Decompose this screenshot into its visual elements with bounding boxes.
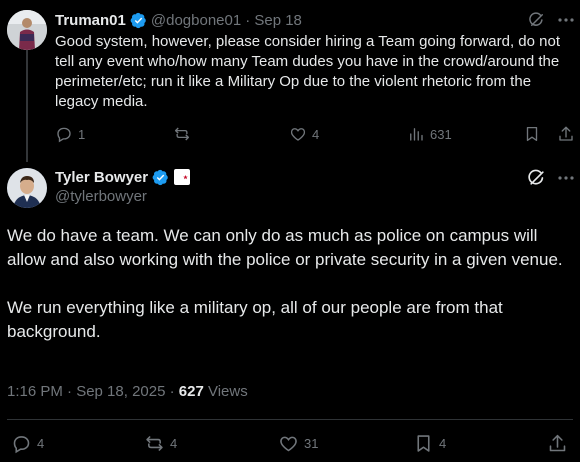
- grok-icon[interactable]: [527, 168, 547, 188]
- views-count: 631: [430, 126, 452, 142]
- views-label: Views: [203, 383, 248, 400]
- bookmark-button[interactable]: [523, 124, 541, 144]
- bookmark-count: 4: [439, 435, 447, 451]
- reply-count: 1: [78, 126, 86, 142]
- avatar[interactable]: [7, 10, 47, 50]
- parent-action-bar: 1 4 631: [55, 124, 575, 144]
- post-timestamp[interactable]: 1:16 PM · Sep 18, 2025 ·: [7, 383, 179, 400]
- thread-line: [26, 50, 28, 162]
- repost-icon: [174, 127, 190, 141]
- more-icon[interactable]: [556, 168, 576, 188]
- bookmark-icon: [526, 126, 538, 142]
- parent-header: Truman01 @dogbone01 · Sep 18: [55, 10, 302, 30]
- author-name[interactable]: Truman01: [55, 12, 126, 29]
- post-metadata: 1:16 PM · Sep 18, 2025 · 627 Views: [7, 383, 248, 400]
- repost-button[interactable]: 4: [144, 432, 177, 454]
- grok-icon[interactable]: [528, 11, 546, 29]
- views-button[interactable]: 631: [407, 124, 452, 144]
- views-count: 627: [178, 383, 204, 400]
- verified-badge-icon: [130, 12, 146, 28]
- tweet-paragraph: We run everything like a military op, al…: [7, 298, 503, 341]
- divider: [7, 419, 573, 420]
- repost-icon: [146, 435, 163, 451]
- author-handle[interactable]: @tylerbowyer: [55, 188, 147, 205]
- reply-icon: [13, 435, 30, 453]
- share-icon: [549, 434, 566, 451]
- verified-badge-icon: [152, 169, 168, 185]
- avatar[interactable]: [7, 168, 47, 208]
- parent-tweet[interactable]: Truman01 @dogbone01 · Sep 18 Good system…: [0, 0, 580, 162]
- like-button[interactable]: 31: [278, 432, 318, 454]
- post-date[interactable]: · Sep 18: [245, 12, 302, 29]
- like-button[interactable]: 4: [289, 124, 319, 144]
- views-icon: [410, 128, 423, 141]
- reply-icon: [57, 127, 71, 143]
- like-count: 4: [312, 126, 320, 142]
- reply-button[interactable]: 4: [11, 432, 44, 454]
- bookmark-button[interactable]: 4: [413, 432, 446, 454]
- like-icon: [290, 128, 306, 141]
- share-button[interactable]: [547, 432, 568, 454]
- repost-button[interactable]: [173, 124, 196, 144]
- main-action-bar: 4 4 31 4: [0, 432, 580, 454]
- author-handle[interactable]: @dogbone01: [151, 12, 241, 29]
- reply-button[interactable]: 1: [55, 124, 85, 144]
- main-tweet-text: We do have a team. We can only do as muc…: [7, 224, 573, 344]
- reply-count: 4: [37, 435, 45, 451]
- like-icon: [280, 436, 297, 451]
- repost-count: 4: [170, 435, 178, 451]
- share-icon: [559, 126, 573, 141]
- parent-tweet-text: Good system, however, please consider hi…: [55, 33, 561, 110]
- more-icon[interactable]: [556, 10, 576, 30]
- tweet-paragraph: We do have a team. We can only do as muc…: [7, 226, 563, 269]
- main-header: Tyler Bowyer: [55, 167, 191, 187]
- affiliate-badge-icon[interactable]: [174, 169, 191, 185]
- bookmark-icon: [417, 434, 430, 452]
- author-name[interactable]: Tyler Bowyer: [55, 169, 148, 186]
- main-tweet: Tyler Bowyer @tylerbowyer We do have a t…: [0, 160, 580, 462]
- like-count: 31: [304, 435, 319, 451]
- share-button[interactable]: [557, 124, 575, 144]
